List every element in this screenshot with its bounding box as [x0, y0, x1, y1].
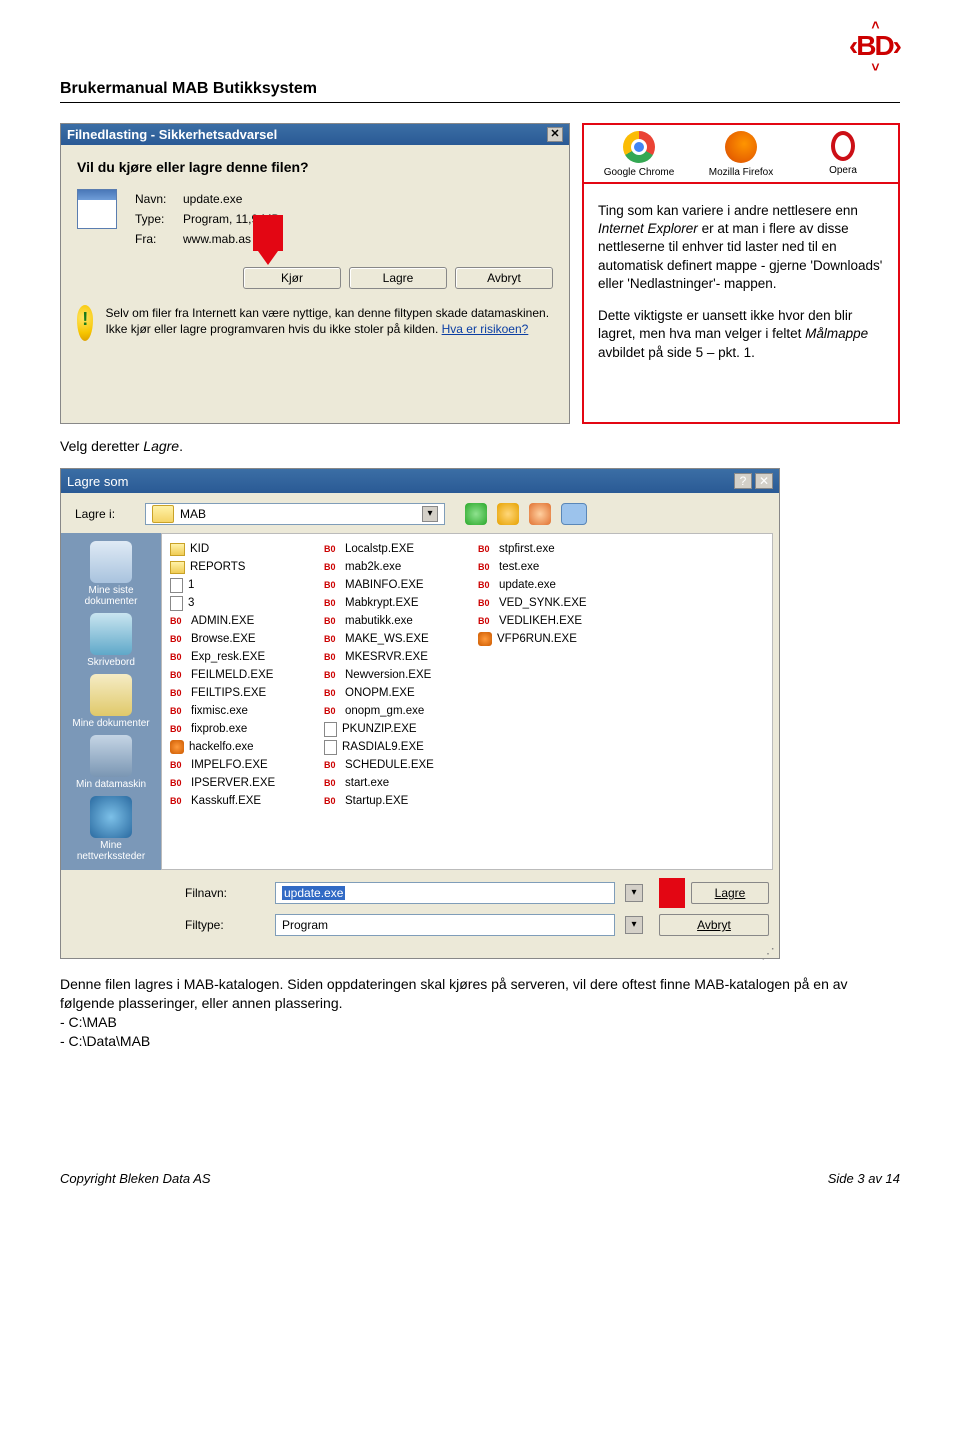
file-item[interactable]: B0Exp_resk.EXE [170, 648, 320, 666]
up-folder-icon[interactable] [497, 503, 519, 525]
footer-copyright: Copyright Bleken Data AS [60, 1171, 211, 1186]
cancel-button[interactable]: Avbryt [455, 267, 553, 289]
close-icon[interactable]: ✕ [547, 127, 563, 142]
filetype-field[interactable]: Program [275, 914, 615, 936]
filename-dropdown-icon[interactable]: ▾ [625, 884, 643, 902]
place-desktop[interactable]: Skrivebord [69, 613, 153, 668]
run-button[interactable]: Kjør [243, 267, 341, 289]
file-item[interactable]: B0Kasskuff.EXE [170, 792, 320, 810]
download-security-dialog: Filnedlasting - Sikkerhetsadvarsel ✕ Vil… [60, 123, 570, 424]
new-folder-icon[interactable] [529, 503, 551, 525]
document-title: Brukermanual MAB Butikksystem [60, 80, 900, 103]
save-in-label: Lagre i: [75, 507, 135, 521]
save-button[interactable]: Lagre [691, 882, 769, 904]
file-item[interactable]: B0mabutikk.exe [324, 612, 474, 630]
file-item[interactable]: B0test.exe [478, 558, 628, 576]
warning-shield-icon [77, 305, 93, 341]
resize-grip-icon[interactable]: ⋰ [61, 948, 779, 958]
pointer-arrow-icon [659, 878, 685, 908]
bd-logo: ˄ ‹BD› ˅ [849, 20, 900, 72]
file-item[interactable]: RASDIAL9.EXE [324, 738, 474, 756]
chrome-icon [623, 131, 655, 163]
file-item[interactable]: B0start.exe [324, 774, 474, 792]
filetype-label: Filtype: [185, 918, 265, 932]
file-item[interactable]: B0VED_SYNK.EXE [478, 594, 628, 612]
file-item[interactable]: B0VEDLIKEH.EXE [478, 612, 628, 630]
file-item[interactable]: B0mab2k.exe [324, 558, 474, 576]
file-item[interactable]: B0FEILTIPS.EXE [170, 684, 320, 702]
file-item[interactable]: B0Browse.EXE [170, 630, 320, 648]
browser-icons-row: Google Chrome Mozilla Firefox Opera [582, 123, 900, 184]
warning-text: Selv om filer fra Internett kan være nyt… [105, 305, 553, 337]
file-item[interactable]: KID [170, 540, 320, 558]
chevron-down-icon[interactable]: ▾ [422, 506, 438, 522]
save-as-dialog: Lagre som ? ✕ Lagre i: MAB ▾ [60, 468, 780, 959]
file-item[interactable]: B0IMPELFO.EXE [170, 756, 320, 774]
dialog-title: Filnedlasting - Sikkerhetsadvarsel [67, 127, 277, 142]
file-item[interactable]: B0update.exe [478, 576, 628, 594]
places-bar: Mine siste dokumenter Skrivebord Mine do… [61, 533, 161, 870]
save-in-combo[interactable]: MAB ▾ [145, 503, 445, 525]
file-item[interactable]: B0Mabkrypt.EXE [324, 594, 474, 612]
risk-link[interactable]: Hva er risikoen? [442, 322, 529, 336]
file-item[interactable]: REPORTS [170, 558, 320, 576]
file-item[interactable]: B0Startup.EXE [324, 792, 474, 810]
footer-page: Side 3 av 14 [828, 1171, 900, 1186]
body-paragraph: Denne filen lagres i MAB-katalogen. Side… [60, 975, 900, 1051]
cancel-button[interactable]: Avbryt [659, 914, 769, 936]
pointer-arrow-icon [253, 215, 283, 251]
file-item[interactable]: hackelfo.exe [170, 738, 320, 756]
file-item[interactable]: B0stpfirst.exe [478, 540, 628, 558]
file-item[interactable]: B0ONOPM.EXE [324, 684, 474, 702]
view-menu-icon[interactable] [561, 503, 587, 525]
dialog-titlebar: Filnedlasting - Sikkerhetsadvarsel ✕ [61, 124, 569, 145]
firefox-item: Mozilla Firefox [696, 131, 786, 178]
file-item[interactable]: 1 [170, 576, 320, 594]
application-icon [77, 189, 117, 229]
file-item[interactable]: B0onopm_gm.exe [324, 702, 474, 720]
dialog-heading: Vil du kjøre eller lagre denne filen? [77, 159, 553, 175]
file-item[interactable]: 3 [170, 594, 320, 612]
opera-item: Opera [798, 131, 888, 178]
file-item[interactable]: B0fixprob.exe [170, 720, 320, 738]
close-icon[interactable]: ✕ [755, 473, 773, 489]
file-item[interactable]: B0MKESRVR.EXE [324, 648, 474, 666]
file-list[interactable]: KIDREPORTS13B0ADMIN.EXEB0Browse.EXEB0Exp… [161, 533, 773, 870]
file-item[interactable]: B0Localstp.EXE [324, 540, 474, 558]
instruction-text: Velg deretter Lagre. [60, 438, 900, 454]
file-item[interactable]: VFP6RUN.EXE [478, 630, 628, 648]
chrome-item: Google Chrome [594, 131, 684, 178]
save-button[interactable]: Lagre [349, 267, 447, 289]
place-mycomputer[interactable]: Min datamaskin [69, 735, 153, 790]
file-item[interactable]: B0ADMIN.EXE [170, 612, 320, 630]
filename-field[interactable]: update.exe [275, 882, 615, 904]
folder-icon [152, 505, 174, 523]
opera-icon [831, 131, 855, 161]
place-recent[interactable]: Mine siste dokumenter [69, 541, 153, 607]
file-item[interactable]: B0FEILMELD.EXE [170, 666, 320, 684]
filetype-dropdown-icon[interactable]: ▾ [625, 916, 643, 934]
dialog2-title: Lagre som [67, 474, 128, 489]
help-icon[interactable]: ? [734, 473, 752, 489]
back-icon[interactable] [465, 503, 487, 525]
file-item[interactable]: B0fixmisc.exe [170, 702, 320, 720]
filename-label: Filnavn: [185, 886, 265, 900]
file-item[interactable]: PKUNZIP.EXE [324, 720, 474, 738]
dialog2-titlebar: Lagre som ? ✕ [61, 469, 779, 493]
file-item[interactable]: B0Newversion.EXE [324, 666, 474, 684]
info-box: Ting som kan variere i andre nettlesere … [582, 184, 900, 424]
file-item[interactable]: B0IPSERVER.EXE [170, 774, 320, 792]
file-item[interactable]: B0MABINFO.EXE [324, 576, 474, 594]
file-item[interactable]: B0SCHEDULE.EXE [324, 756, 474, 774]
place-mydocs[interactable]: Mine dokumenter [69, 674, 153, 729]
firefox-icon [725, 131, 757, 163]
file-item[interactable]: B0MAKE_WS.EXE [324, 630, 474, 648]
place-network[interactable]: Mine nettverkssteder [69, 796, 153, 862]
